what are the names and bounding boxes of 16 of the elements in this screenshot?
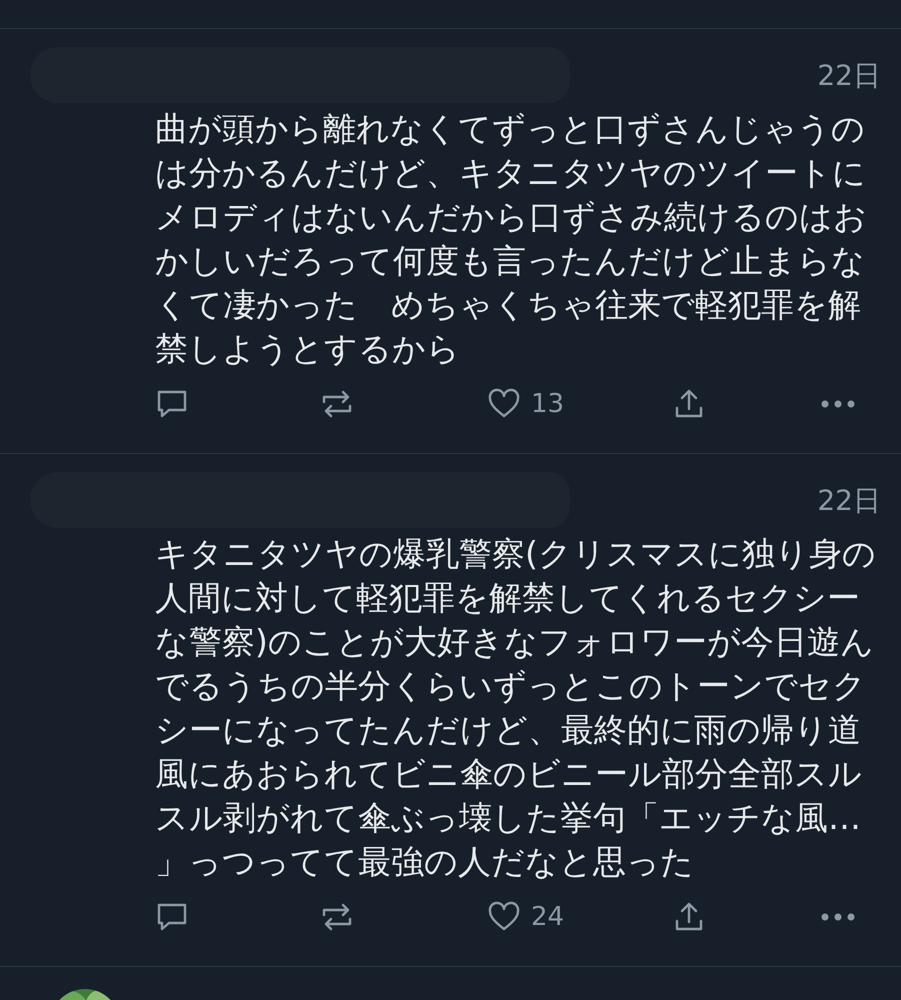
tweet-date: 22日	[817, 59, 881, 93]
tweet-date: 22日	[817, 484, 881, 518]
like-count: 24	[531, 902, 564, 932]
like-count: 13	[531, 389, 564, 419]
heart-icon[interactable]	[487, 388, 521, 420]
reply-icon[interactable]	[155, 388, 189, 420]
tweet-text: 曲が頭から離れなくてずっと口ずさんじゃうのは分かるんだけど、キタニタツヤのツイートにメロディはないんだから口ずさみ続けるのはおかしいだろって何度も言ったんだけど止まらなくて凄かった めちゃくちゃ往来で軽犯罪を解禁しようとするから	[155, 108, 868, 370]
more-icon[interactable]	[820, 399, 856, 409]
retweet-icon[interactable]	[320, 388, 354, 420]
reply-icon[interactable]	[155, 901, 189, 933]
more-icon[interactable]	[820, 912, 856, 922]
tweet-text: キタニタツヤの爆乳警察(クリスマスに独り身の人間に対して軽犯罪を解禁してくれるセクシーな警察)のことが大好きなフォロワーが今日遊んでるうちの半分くらいずっとこのトーンでセクシーになってたんだけど、最終的に雨の帰り道風にあおられてビニ傘のビニール部分全部スルスル剥がれて傘ぶっ壊した挙句「エッチな風…」っつってて最強の人だなと思った	[155, 533, 877, 883]
heart-icon[interactable]	[487, 901, 521, 933]
retweet-icon[interactable]	[320, 901, 354, 933]
share-icon[interactable]	[673, 901, 705, 933]
share-icon[interactable]	[673, 388, 705, 420]
